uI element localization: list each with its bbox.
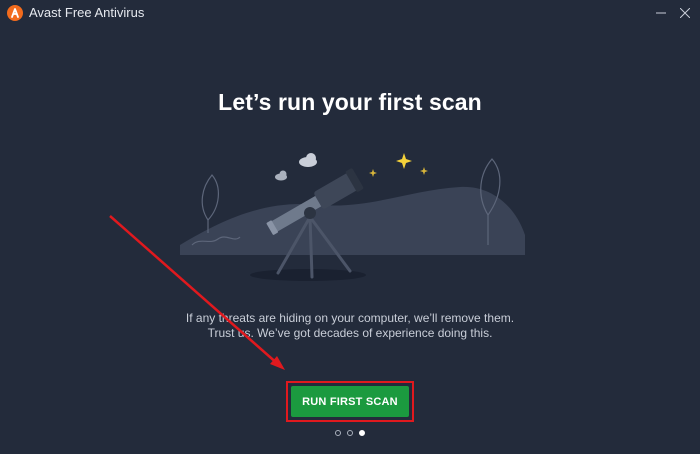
pagination-dot-1[interactable] — [335, 430, 341, 436]
run-first-scan-button[interactable]: RUN FIRST SCAN — [291, 386, 409, 417]
window-title: Avast Free Antivirus — [29, 5, 145, 20]
telescope-illustration — [180, 153, 525, 281]
description-line: If any threats are hiding on your comput… — [185, 311, 515, 325]
annotation-highlight-box: RUN FIRST SCAN — [286, 381, 414, 422]
avast-logo-icon — [7, 5, 23, 21]
cloud-icon — [275, 153, 317, 181]
close-icon — [680, 8, 690, 18]
pagination-dot-3[interactable] — [359, 430, 365, 436]
pagination-dot-2[interactable] — [347, 430, 353, 436]
page-title: Let’s run your first scan — [218, 89, 482, 115]
description-line: Trust us. We’ve got decades of experienc… — [207, 326, 493, 340]
minimize-button[interactable] — [650, 3, 672, 23]
close-button[interactable] — [674, 3, 696, 23]
sparkle-icon — [369, 153, 428, 177]
title-bar: Avast Free Antivirus — [0, 0, 700, 26]
description: If any threats are hiding on your comput… — [0, 311, 700, 341]
minimize-icon — [656, 12, 666, 14]
